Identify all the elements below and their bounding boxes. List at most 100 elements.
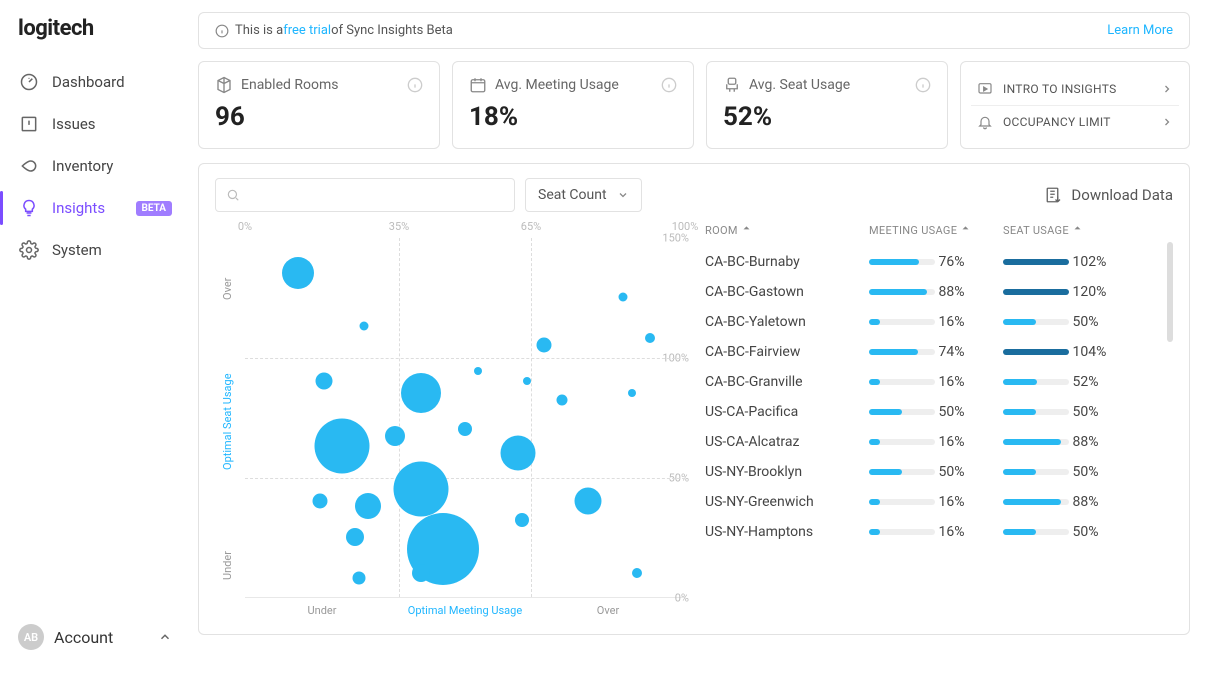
dropdown-label: Seat Count (538, 187, 607, 203)
x-tick: 65% (521, 220, 541, 233)
learn-more-link[interactable]: Learn More (1107, 23, 1173, 38)
info-icon[interactable] (407, 77, 423, 93)
bubble-point[interactable] (312, 494, 327, 509)
cell-room: CA-BC-Granville (705, 374, 855, 390)
bubble-point[interactable] (359, 321, 368, 330)
table-row[interactable]: CA-BC-Yaletown 16% 50% (705, 307, 1173, 337)
grid-line (245, 358, 685, 359)
search-input[interactable] (246, 187, 504, 203)
beta-badge: BETA (136, 201, 173, 216)
sidebar-item-label: System (52, 241, 102, 259)
col-header-meeting-usage[interactable]: MEETING USAGE (869, 224, 989, 237)
bubble-point[interactable] (346, 528, 364, 546)
trial-banner: This is a free trial of Sync Insights Be… (198, 12, 1190, 49)
bubble-point[interactable] (628, 389, 636, 397)
cell-meeting-usage: 16% (869, 374, 989, 390)
search-icon (226, 188, 240, 202)
metric-cards: Enabled Rooms 96 Avg. Meeting Usage 18% (198, 61, 1190, 149)
chevron-up-icon (158, 630, 172, 644)
card-label: Enabled Rooms (241, 77, 338, 93)
bubble-point[interactable] (632, 568, 642, 578)
table-row[interactable]: CA-BC-Burnaby 76% 102% (705, 247, 1173, 277)
bell-icon (977, 114, 993, 130)
col-header-room[interactable]: ROOM (705, 224, 855, 237)
bubble-point[interactable] (474, 367, 482, 375)
sidebar-item-issues[interactable]: Issues (0, 103, 190, 145)
info-icon[interactable] (915, 77, 931, 93)
card-value: 52% (723, 102, 931, 132)
bubble-point[interactable] (537, 338, 552, 353)
bubble-point[interactable] (385, 426, 405, 446)
bubble-point[interactable] (355, 493, 381, 519)
scatter-plot: Over Optimal Seat Usage Under 0%35%65%10… (215, 220, 685, 620)
cell-seat-usage: 50% (1003, 464, 1123, 480)
table-row[interactable]: CA-BC-Granville 16% 52% (705, 367, 1173, 397)
col-header-seat-usage[interactable]: SEAT USAGE (1003, 224, 1123, 237)
main-content: This is a free trial of Sync Insights Be… (190, 0, 1206, 678)
sidebar-item-insights[interactable]: Insights BETA (0, 187, 190, 229)
chevron-right-icon (1161, 83, 1173, 95)
bubble-point[interactable] (645, 333, 655, 343)
bubble-point[interactable] (401, 373, 441, 413)
info-icon[interactable] (661, 77, 677, 93)
cell-room: US-CA-Pacifica (705, 404, 855, 420)
free-trial-link[interactable]: free trial (283, 23, 331, 38)
cell-meeting-usage: 16% (869, 314, 989, 330)
bubble-point[interactable] (394, 462, 449, 517)
cell-room: US-NY-Brooklyn (705, 464, 855, 480)
bubble-point[interactable] (282, 257, 314, 289)
sort-icon (742, 226, 751, 235)
download-data-button[interactable]: Download Data (1045, 186, 1173, 204)
grid-line (245, 478, 685, 479)
table-row[interactable]: US-CA-Alcatraz 16% 88% (705, 427, 1173, 457)
table-row[interactable]: US-NY-Hamptons 16% 50% (705, 517, 1173, 547)
insights-icon (18, 197, 40, 219)
cell-seat-usage: 104% (1003, 344, 1123, 360)
table-row[interactable]: CA-BC-Gastown 88% 120% (705, 277, 1173, 307)
grid-line (531, 238, 532, 597)
y-axis-optimal-label: Optimal Seat Usage (221, 350, 234, 470)
sidebar-item-dashboard[interactable]: Dashboard (0, 61, 190, 103)
card-value: 18% (469, 102, 677, 132)
cell-room: CA-BC-Yaletown (705, 314, 855, 330)
account-menu[interactable]: AB Account (0, 612, 190, 662)
bubble-point[interactable] (523, 377, 531, 385)
bubble-point[interactable] (619, 293, 628, 302)
play-icon (977, 81, 993, 97)
meeting-icon (469, 76, 487, 94)
seat-count-dropdown[interactable]: Seat Count (525, 178, 642, 212)
table-row[interactable]: US-NY-Greenwich 16% 88% (705, 487, 1173, 517)
bubble-point[interactable] (316, 373, 333, 390)
bubble-point[interactable] (500, 436, 535, 471)
download-icon (1045, 186, 1063, 204)
chevron-right-icon (1161, 116, 1173, 128)
cell-seat-usage: 50% (1003, 404, 1123, 420)
intro-to-insights-link[interactable]: INTRO TO INSIGHTS (971, 73, 1179, 105)
cell-meeting-usage: 16% (869, 494, 989, 510)
cell-meeting-usage: 50% (869, 404, 989, 420)
table-row[interactable]: US-CA-Pacifica 50% 50% (705, 397, 1173, 427)
card-label: Avg. Seat Usage (749, 77, 850, 93)
bubble-point[interactable] (353, 571, 366, 584)
bubble-point[interactable] (556, 395, 567, 406)
sidebar-item-inventory[interactable]: Inventory (0, 145, 190, 187)
side-row-label: INTRO TO INSIGHTS (1003, 82, 1117, 96)
occupancy-limit-link[interactable]: OCCUPANCY LIMIT (971, 105, 1179, 138)
bubble-point[interactable] (458, 422, 472, 436)
dashboard-icon (18, 71, 40, 93)
side-row-label: OCCUPANCY LIMIT (1003, 115, 1111, 129)
bubble-point[interactable] (575, 488, 602, 515)
search-input-wrap[interactable] (215, 178, 515, 212)
bubble-point[interactable] (412, 564, 430, 582)
rooms-icon (215, 76, 233, 94)
cell-seat-usage: 102% (1003, 254, 1123, 270)
table-row[interactable]: CA-BC-Fairview 74% 104% (705, 337, 1173, 367)
cell-meeting-usage: 16% (869, 524, 989, 540)
scrollbar-thumb[interactable] (1167, 242, 1173, 342)
account-label: Account (54, 628, 113, 647)
table-row[interactable]: US-NY-Brooklyn 50% 50% (705, 457, 1173, 487)
sidebar-item-system[interactable]: System (0, 229, 190, 271)
bubble-point[interactable] (314, 418, 369, 473)
bubble-point[interactable] (515, 513, 529, 527)
inventory-icon (18, 155, 40, 177)
